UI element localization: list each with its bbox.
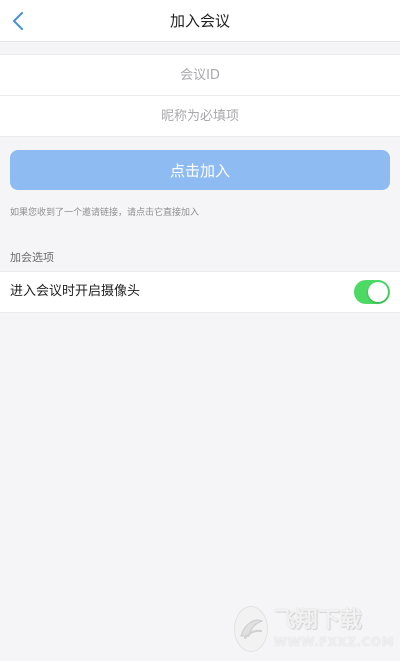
join-button[interactable]: 点击加入 [10,150,390,190]
nav-bar: 加入会议 [0,0,400,42]
toggle-knob [368,282,388,302]
meeting-id-input[interactable] [0,54,400,96]
watermark-url: WWW.FXXZ.COM [273,635,394,649]
back-button[interactable] [0,0,36,42]
camera-option-label: 进入会议时开启摄像头 [10,284,141,299]
nickname-input[interactable] [0,95,400,137]
join-form [0,54,400,137]
meeting-id-row [0,54,400,96]
watermark: 飞翔下载 WWW.FXXZ.COM [234,602,394,656]
watermark-text: 飞翔下载 WWW.FXXZ.COM [273,608,394,649]
chevron-left-icon [13,12,23,30]
options-section-title: 加会选项 [10,251,54,264]
nickname-row [0,95,400,137]
options-list: 进入会议时开启摄像头 [0,271,400,313]
page-title: 加入会议 [169,12,230,30]
camera-toggle[interactable] [354,280,390,304]
watermark-title: 飞翔下载 [273,608,362,633]
watermark-logo-icon [234,606,268,652]
invite-link-hint: 如果您收到了一个邀请链接，请点击它直接加入 [10,208,200,218]
